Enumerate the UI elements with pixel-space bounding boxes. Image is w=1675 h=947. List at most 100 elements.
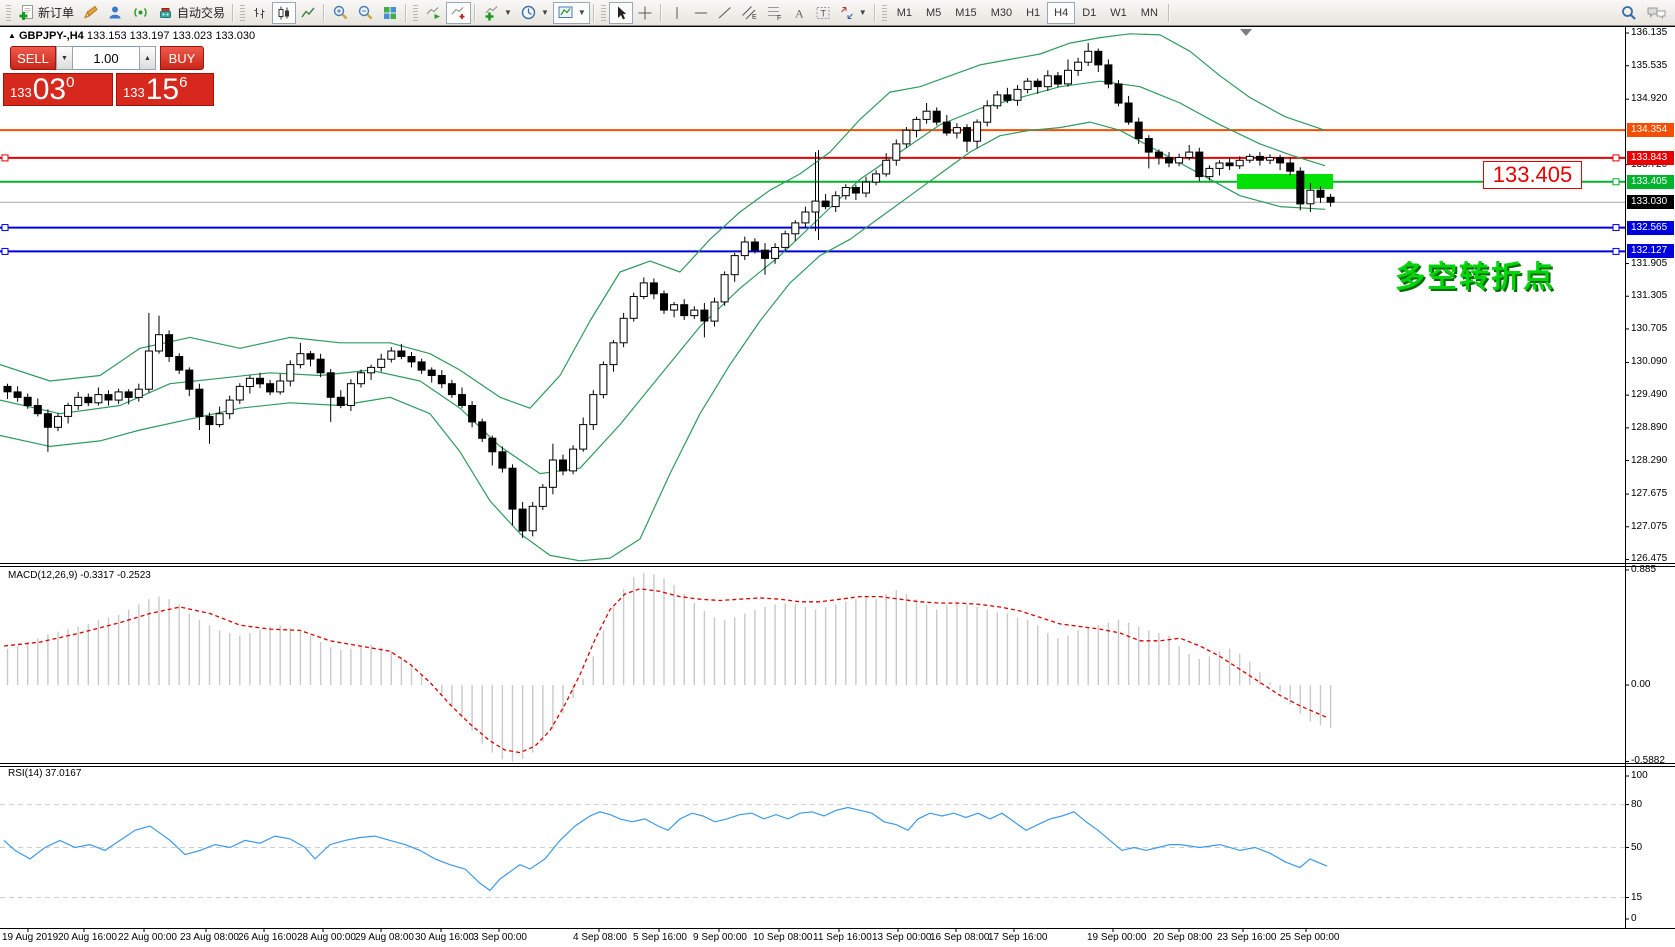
- tf-m5-button[interactable]: M5: [919, 2, 948, 24]
- symbol-name: GBPJPY-,H4: [18, 30, 84, 42]
- price-axis-badge: 132.127: [1627, 244, 1674, 259]
- vertical-line-tool-button[interactable]: [665, 2, 689, 24]
- sell-price-pips: 03: [32, 73, 67, 106]
- cursor-tool-button[interactable]: [608, 1, 633, 24]
- templates-button[interactable]: ▼: [552, 1, 590, 24]
- macd-axis-tick: -0.5882: [1631, 755, 1665, 767]
- zoom-out-button[interactable]: [353, 2, 378, 24]
- date-axis-label: 17 Sep 16:00: [988, 932, 1048, 943]
- auto-scroll-button[interactable]: [421, 2, 446, 24]
- search-icon: [1620, 4, 1638, 22]
- rsi-axis-tick: 80: [1631, 798, 1643, 810]
- tf-d1-button[interactable]: D1: [1075, 2, 1103, 24]
- price-axis-badge: 133.030: [1627, 195, 1674, 210]
- text-a-icon: A: [791, 5, 807, 21]
- search-button[interactable]: [1616, 2, 1642, 24]
- date-axis-label: 9 Sep 00:00: [693, 932, 747, 943]
- community-button[interactable]: [1642, 2, 1672, 24]
- chart-canvas[interactable]: [0, 26, 1675, 947]
- profiles-button[interactable]: [103, 2, 128, 24]
- toolbar-separator: [1167, 3, 1170, 22]
- chat-bubbles-icon: [1646, 4, 1668, 22]
- crosshair-icon: [637, 5, 653, 21]
- date-axis-label: 26 Aug 16:00: [238, 932, 297, 943]
- horizontal-line-tool-button[interactable]: [689, 2, 713, 24]
- price-axis-tick: 136.135: [1631, 27, 1668, 38]
- buy-price-pips: 15: [145, 73, 180, 106]
- collapse-arrow-icon[interactable]: ▲: [8, 31, 16, 40]
- label-tool-button[interactable]: T: [811, 2, 835, 24]
- macd-axis-tick: 0.885: [1631, 563, 1657, 575]
- volume-input[interactable]: [73, 46, 139, 70]
- tf-h4-button[interactable]: H4: [1047, 1, 1076, 24]
- tf-m30-button[interactable]: M30: [984, 2, 1019, 24]
- styles-button[interactable]: [78, 2, 103, 24]
- toolbar-separator: [232, 3, 235, 22]
- auto-trading-button[interactable]: 自动交易: [153, 2, 229, 24]
- toolbar-grip: [6, 4, 11, 21]
- tile-windows-button[interactable]: [378, 2, 402, 24]
- tf-mn-button[interactable]: MN: [1134, 2, 1165, 24]
- date-axis-label: 23 Sep 16:00: [1217, 932, 1277, 943]
- buy-price-display[interactable]: 133 15 6: [116, 73, 214, 106]
- one-click-trade-panel: SELL ▼ ▲ BUY 133 03 0 133 15 6: [3, 46, 218, 106]
- indicators-icon: [483, 4, 500, 21]
- toolbar-separator: [405, 3, 408, 22]
- price-axis-tick: 127.075: [1631, 520, 1668, 532]
- date-axis-label: 5 Sep 16:00: [633, 932, 687, 943]
- price-axis-badge: 134.354: [1627, 123, 1674, 138]
- crosshair-tool-button[interactable]: [633, 2, 657, 24]
- channel-tool-button[interactable]: E: [737, 2, 762, 24]
- new-order-button[interactable]: 新订单: [14, 2, 78, 24]
- new-order-label: 新订单: [38, 6, 75, 20]
- rsi-axis-tick: 0: [1631, 913, 1637, 924]
- trendline-tool-button[interactable]: [713, 2, 737, 24]
- toolbar-separator: [592, 3, 595, 22]
- toolbar-separator: [873, 3, 876, 22]
- toolbar-grip: [600, 4, 606, 21]
- buy-button[interactable]: BUY: [160, 46, 204, 70]
- timeframe-group: M1 M5 M15 M30 H1 H4 D1 W1 MN: [890, 1, 1165, 24]
- horizontal-line-icon: [693, 5, 709, 21]
- svg-text:E: E: [752, 14, 757, 21]
- buy-price-point: 6: [179, 74, 188, 91]
- candlestick-chart-button[interactable]: [272, 1, 297, 24]
- volume-increase-button[interactable]: ▲: [139, 46, 156, 70]
- date-axis-label: 3 Sep 00:00: [473, 932, 527, 943]
- chart-shift-button[interactable]: [446, 1, 472, 24]
- toolbar-grip: [881, 4, 887, 21]
- template-icon: [557, 4, 574, 21]
- tf-m15-button[interactable]: M15: [948, 2, 983, 24]
- auto-scroll-icon: [425, 4, 442, 21]
- macd-indicator-label: MACD(12,26,9) -0.3317 -0.2523: [8, 570, 151, 581]
- line-chart-button[interactable]: [296, 2, 320, 24]
- sell-price-base: 133: [10, 85, 32, 100]
- rsi-axis-tick: 50: [1631, 841, 1643, 853]
- arrows-tool-button[interactable]: ▼: [835, 2, 871, 24]
- sell-price-display[interactable]: 133 03 0: [3, 73, 113, 106]
- indicators-button[interactable]: ▼: [479, 2, 516, 24]
- price-axis-tick: 131.905: [1631, 257, 1668, 269]
- price-axis-tick: 131.305: [1631, 290, 1668, 302]
- sell-button[interactable]: SELL: [10, 46, 56, 70]
- toolbar-grip: [240, 4, 246, 21]
- buy-price-base: 133: [123, 85, 145, 100]
- zoom-in-button[interactable]: [328, 2, 353, 24]
- periods-button[interactable]: ▼: [516, 2, 553, 24]
- date-axis-label: 4 Sep 08:00: [573, 932, 627, 943]
- tf-h1-button[interactable]: H1: [1019, 2, 1047, 24]
- fibonacci-tool-button[interactable]: F: [762, 2, 787, 24]
- crayon-icon: [82, 4, 99, 21]
- bar-chart-button[interactable]: [248, 2, 272, 24]
- fibonacci-icon: F: [766, 4, 783, 21]
- volume-decrease-button[interactable]: ▼: [56, 46, 73, 70]
- macd-axis-tick: 0.00: [1631, 679, 1651, 690]
- tf-w1-button[interactable]: W1: [1103, 2, 1134, 24]
- price-level-callout[interactable]: 133.405: [1483, 161, 1582, 189]
- signals-button[interactable]: [128, 2, 153, 24]
- line-chart-icon: [300, 5, 316, 21]
- text-tool-button[interactable]: A: [787, 2, 811, 24]
- toolbar-separator: [659, 3, 662, 22]
- tf-m1-button[interactable]: M1: [890, 2, 919, 24]
- date-axis-label: 19 Aug 2019: [2, 932, 59, 943]
